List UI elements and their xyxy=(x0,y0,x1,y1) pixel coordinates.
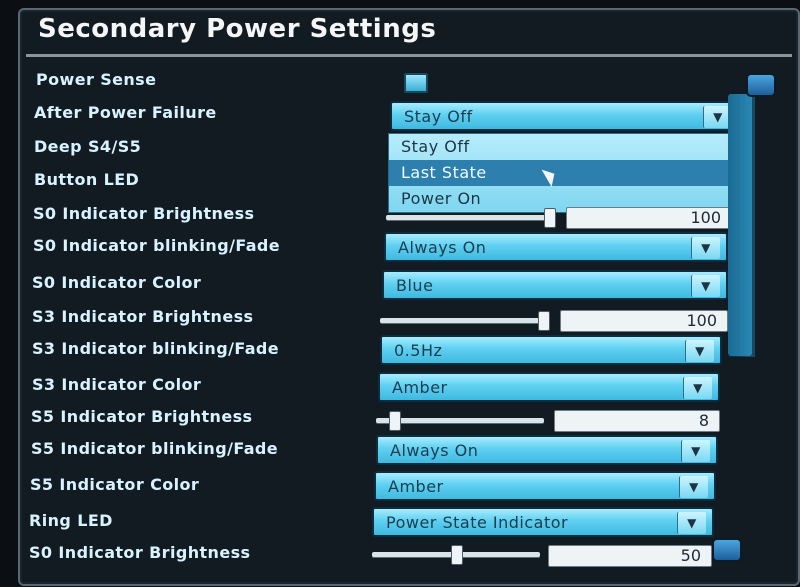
s0-color-select[interactable]: Blue ▼ xyxy=(382,270,728,300)
s0-brightness-knob-2[interactable] xyxy=(451,545,463,565)
title-divider xyxy=(26,54,792,57)
option-last-state[interactable]: Last State xyxy=(389,160,739,186)
chevron-down-icon[interactable]: ▼ xyxy=(685,340,714,362)
after-power-failure-value: Stay Off xyxy=(404,107,473,126)
s5-blink-select[interactable]: Always On ▼ xyxy=(376,435,718,465)
s5-brightness-slider[interactable] xyxy=(376,418,544,423)
chevron-down-icon[interactable]: ▼ xyxy=(691,237,720,259)
chevron-down-icon[interactable]: ▼ xyxy=(691,275,720,297)
s0-blink-select[interactable]: Always On ▼ xyxy=(384,232,728,262)
scroll-up-button[interactable] xyxy=(746,73,776,97)
chevron-down-icon[interactable]: ▼ xyxy=(677,512,706,534)
s5-color-value: Amber xyxy=(388,477,444,496)
s3-color-select[interactable]: Amber ▼ xyxy=(378,372,720,402)
after-power-failure-label: After Power Failure xyxy=(34,103,217,122)
s5-brightness-label: S5 Indicator Brightness xyxy=(31,407,253,426)
ring-led-label: Ring LED xyxy=(29,511,113,530)
s3-color-label: S3 Indicator Color xyxy=(32,375,202,394)
s0-brightness-label-2: S0 Indicator Brightness xyxy=(29,543,251,562)
s0-brightness-knob[interactable] xyxy=(544,208,556,228)
s5-brightness-value[interactable]: 8 xyxy=(554,410,720,432)
s3-blink-label: S3 Indicator blinking/Fade xyxy=(32,339,280,358)
power-sense-label: Power Sense xyxy=(36,70,157,89)
chevron-down-icon[interactable]: ▼ xyxy=(683,377,712,399)
s3-blink-value: 0.5Hz xyxy=(394,341,443,360)
after-power-failure-dropdown: Stay Off Last State Power On xyxy=(388,133,740,213)
s3-brightness-slider[interactable] xyxy=(380,318,548,323)
s0-brightness-slider[interactable] xyxy=(386,215,554,220)
scroll-down-button[interactable] xyxy=(712,538,742,562)
s5-color-label: S5 Indicator Color xyxy=(30,475,200,494)
power-sense-checkbox[interactable] xyxy=(404,73,428,93)
s3-brightness-label: S3 Indicator Brightness xyxy=(32,307,254,326)
scrollbar-thumb[interactable] xyxy=(728,94,752,356)
s5-blink-value: Always On xyxy=(390,441,479,460)
page-title: Secondary Power Settings xyxy=(38,14,437,44)
chevron-down-icon[interactable]: ▼ xyxy=(679,476,708,498)
s0-brightness-value[interactable]: 100 xyxy=(566,207,732,229)
s5-blink-label: S5 Indicator blinking/Fade xyxy=(31,439,279,458)
s0-blink-value: Always On xyxy=(398,238,487,257)
s0-brightness-value-2[interactable]: 50 xyxy=(548,545,712,567)
chevron-down-icon[interactable]: ▼ xyxy=(681,440,710,462)
s5-color-select[interactable]: Amber ▼ xyxy=(374,471,716,501)
s3-brightness-value[interactable]: 100 xyxy=(560,310,728,332)
s0-brightness-label: S0 Indicator Brightness xyxy=(33,204,255,223)
s0-color-value: Blue xyxy=(396,276,434,295)
s0-color-label: S0 Indicator Color xyxy=(32,273,202,292)
s3-brightness-knob[interactable] xyxy=(538,311,550,331)
ring-led-select[interactable]: Power State Indicator ▼ xyxy=(372,507,714,537)
button-led-label: Button LED xyxy=(34,170,140,189)
after-power-failure-select[interactable]: Stay Off ▼ xyxy=(390,101,740,131)
ring-led-value: Power State Indicator xyxy=(386,513,569,532)
s0-blink-label: S0 Indicator blinking/Fade xyxy=(33,236,281,255)
deep-s4s5-label: Deep S4/S5 xyxy=(34,137,142,156)
s5-brightness-knob[interactable] xyxy=(388,411,401,431)
s3-blink-select[interactable]: 0.5Hz ▼ xyxy=(380,335,722,365)
s3-color-value: Amber xyxy=(392,378,448,397)
option-stay-off[interactable]: Stay Off xyxy=(389,134,739,160)
